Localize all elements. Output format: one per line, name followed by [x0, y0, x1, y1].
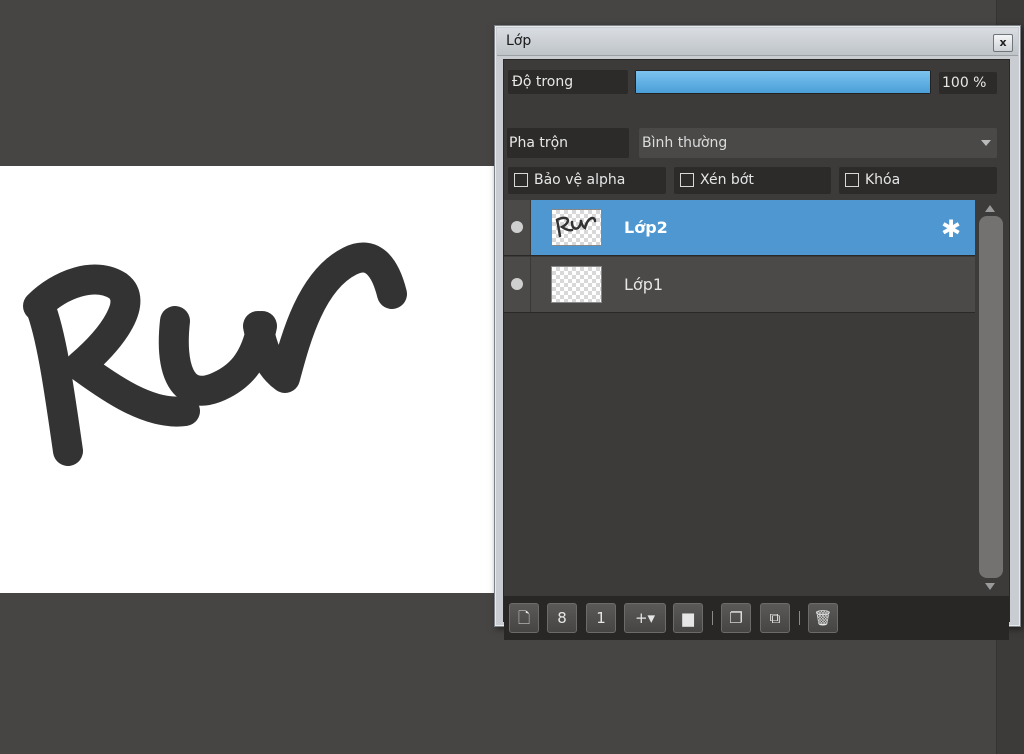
scrollbar-thumb[interactable]: [979, 216, 1003, 578]
visibility-dot-icon: [511, 278, 523, 290]
lock-checkbox[interactable]: Khóa: [839, 167, 997, 194]
blend-mode-select[interactable]: Bình thường: [639, 128, 997, 158]
merge-down-button[interactable]: ⧉: [760, 603, 790, 633]
folder-icon: ▆: [682, 609, 694, 627]
clipping-checkbox[interactable]: Xén bớt: [674, 167, 831, 194]
gear-icon[interactable]: ✱: [941, 215, 961, 243]
scroll-up-icon[interactable]: [985, 205, 995, 212]
layer-toolbar: 🗋 8 1 +▾ ▆ ❐ ⧉ 🗑: [504, 596, 1009, 640]
panel-body: Độ trong 100 % Pha trộn Bình thường Bảo …: [503, 59, 1010, 640]
checkbox-box: [514, 173, 528, 187]
protect-alpha-label: Bảo vệ alpha: [534, 172, 626, 188]
opacity-value[interactable]: 100 %: [939, 72, 997, 94]
add-layer-dropdown-icon: +▾: [634, 609, 656, 627]
delete-layer-icon: 🗑: [813, 609, 833, 627]
clipping-label: Xén bớt: [700, 172, 754, 188]
panel-titlebar[interactable]: Lớp x: [497, 28, 1018, 56]
add-layer-dropdown-button[interactable]: +▾: [624, 603, 666, 633]
opacity-slider-fill: [636, 71, 930, 93]
layer-list: Lớp2 ✱ Lớp1: [504, 200, 976, 596]
opacity-label: Độ trong: [508, 70, 628, 94]
new-1bit-layer-icon: 1: [596, 609, 606, 627]
visibility-dot-icon: [511, 221, 523, 233]
new-layer-button[interactable]: 🗋: [509, 603, 539, 633]
layer-thumbnail: [551, 266, 602, 303]
run-drawing: [23, 242, 407, 466]
checkbox-box: [845, 173, 859, 187]
layer-row[interactable]: Lớp2 ✱: [504, 200, 975, 256]
delete-layer-button[interactable]: 🗑: [808, 603, 838, 633]
new-1bit-layer-button[interactable]: 1: [586, 603, 616, 633]
layer-list-scrollbar[interactable]: [977, 200, 1004, 596]
panel-title: Lớp: [506, 33, 532, 49]
blend-label: Pha trộn: [507, 128, 629, 158]
chevron-down-icon: [981, 140, 991, 146]
new-layer-icon: 🗋: [517, 609, 531, 627]
scroll-down-icon[interactable]: [985, 583, 995, 590]
run-thumbnail-drawing: [555, 216, 597, 238]
visibility-toggle[interactable]: [504, 257, 531, 312]
merge-down-icon: ⧉: [769, 609, 781, 627]
lock-label: Khóa: [865, 172, 901, 188]
layer-name: Lớp1: [624, 275, 664, 294]
new-folder-button[interactable]: ▆: [673, 603, 703, 633]
new-8bit-layer-button[interactable]: 8: [547, 603, 577, 633]
new-8bit-layer-icon: 8: [557, 609, 567, 627]
toolbar-divider: [799, 611, 800, 625]
toolbar-divider: [712, 611, 713, 625]
visibility-toggle[interactable]: [504, 200, 531, 255]
layer-panel: Lớp x Độ trong 100 % Pha trộn Bình thườn…: [494, 25, 1021, 640]
close-button[interactable]: x: [993, 34, 1013, 52]
duplicate-layer-icon: ❐: [729, 609, 743, 627]
blend-mode-value: Bình thường: [642, 135, 728, 151]
duplicate-layer-button[interactable]: ❐: [721, 603, 751, 633]
layer-name: Lớp2: [624, 218, 668, 237]
protect-alpha-checkbox[interactable]: Bảo vệ alpha: [508, 167, 666, 194]
opacity-slider[interactable]: [635, 70, 931, 94]
checkbox-box: [680, 173, 694, 187]
layer-thumbnail: [551, 209, 602, 246]
layer-row[interactable]: Lớp1: [504, 257, 975, 313]
drawing-canvas[interactable]: [0, 166, 500, 593]
